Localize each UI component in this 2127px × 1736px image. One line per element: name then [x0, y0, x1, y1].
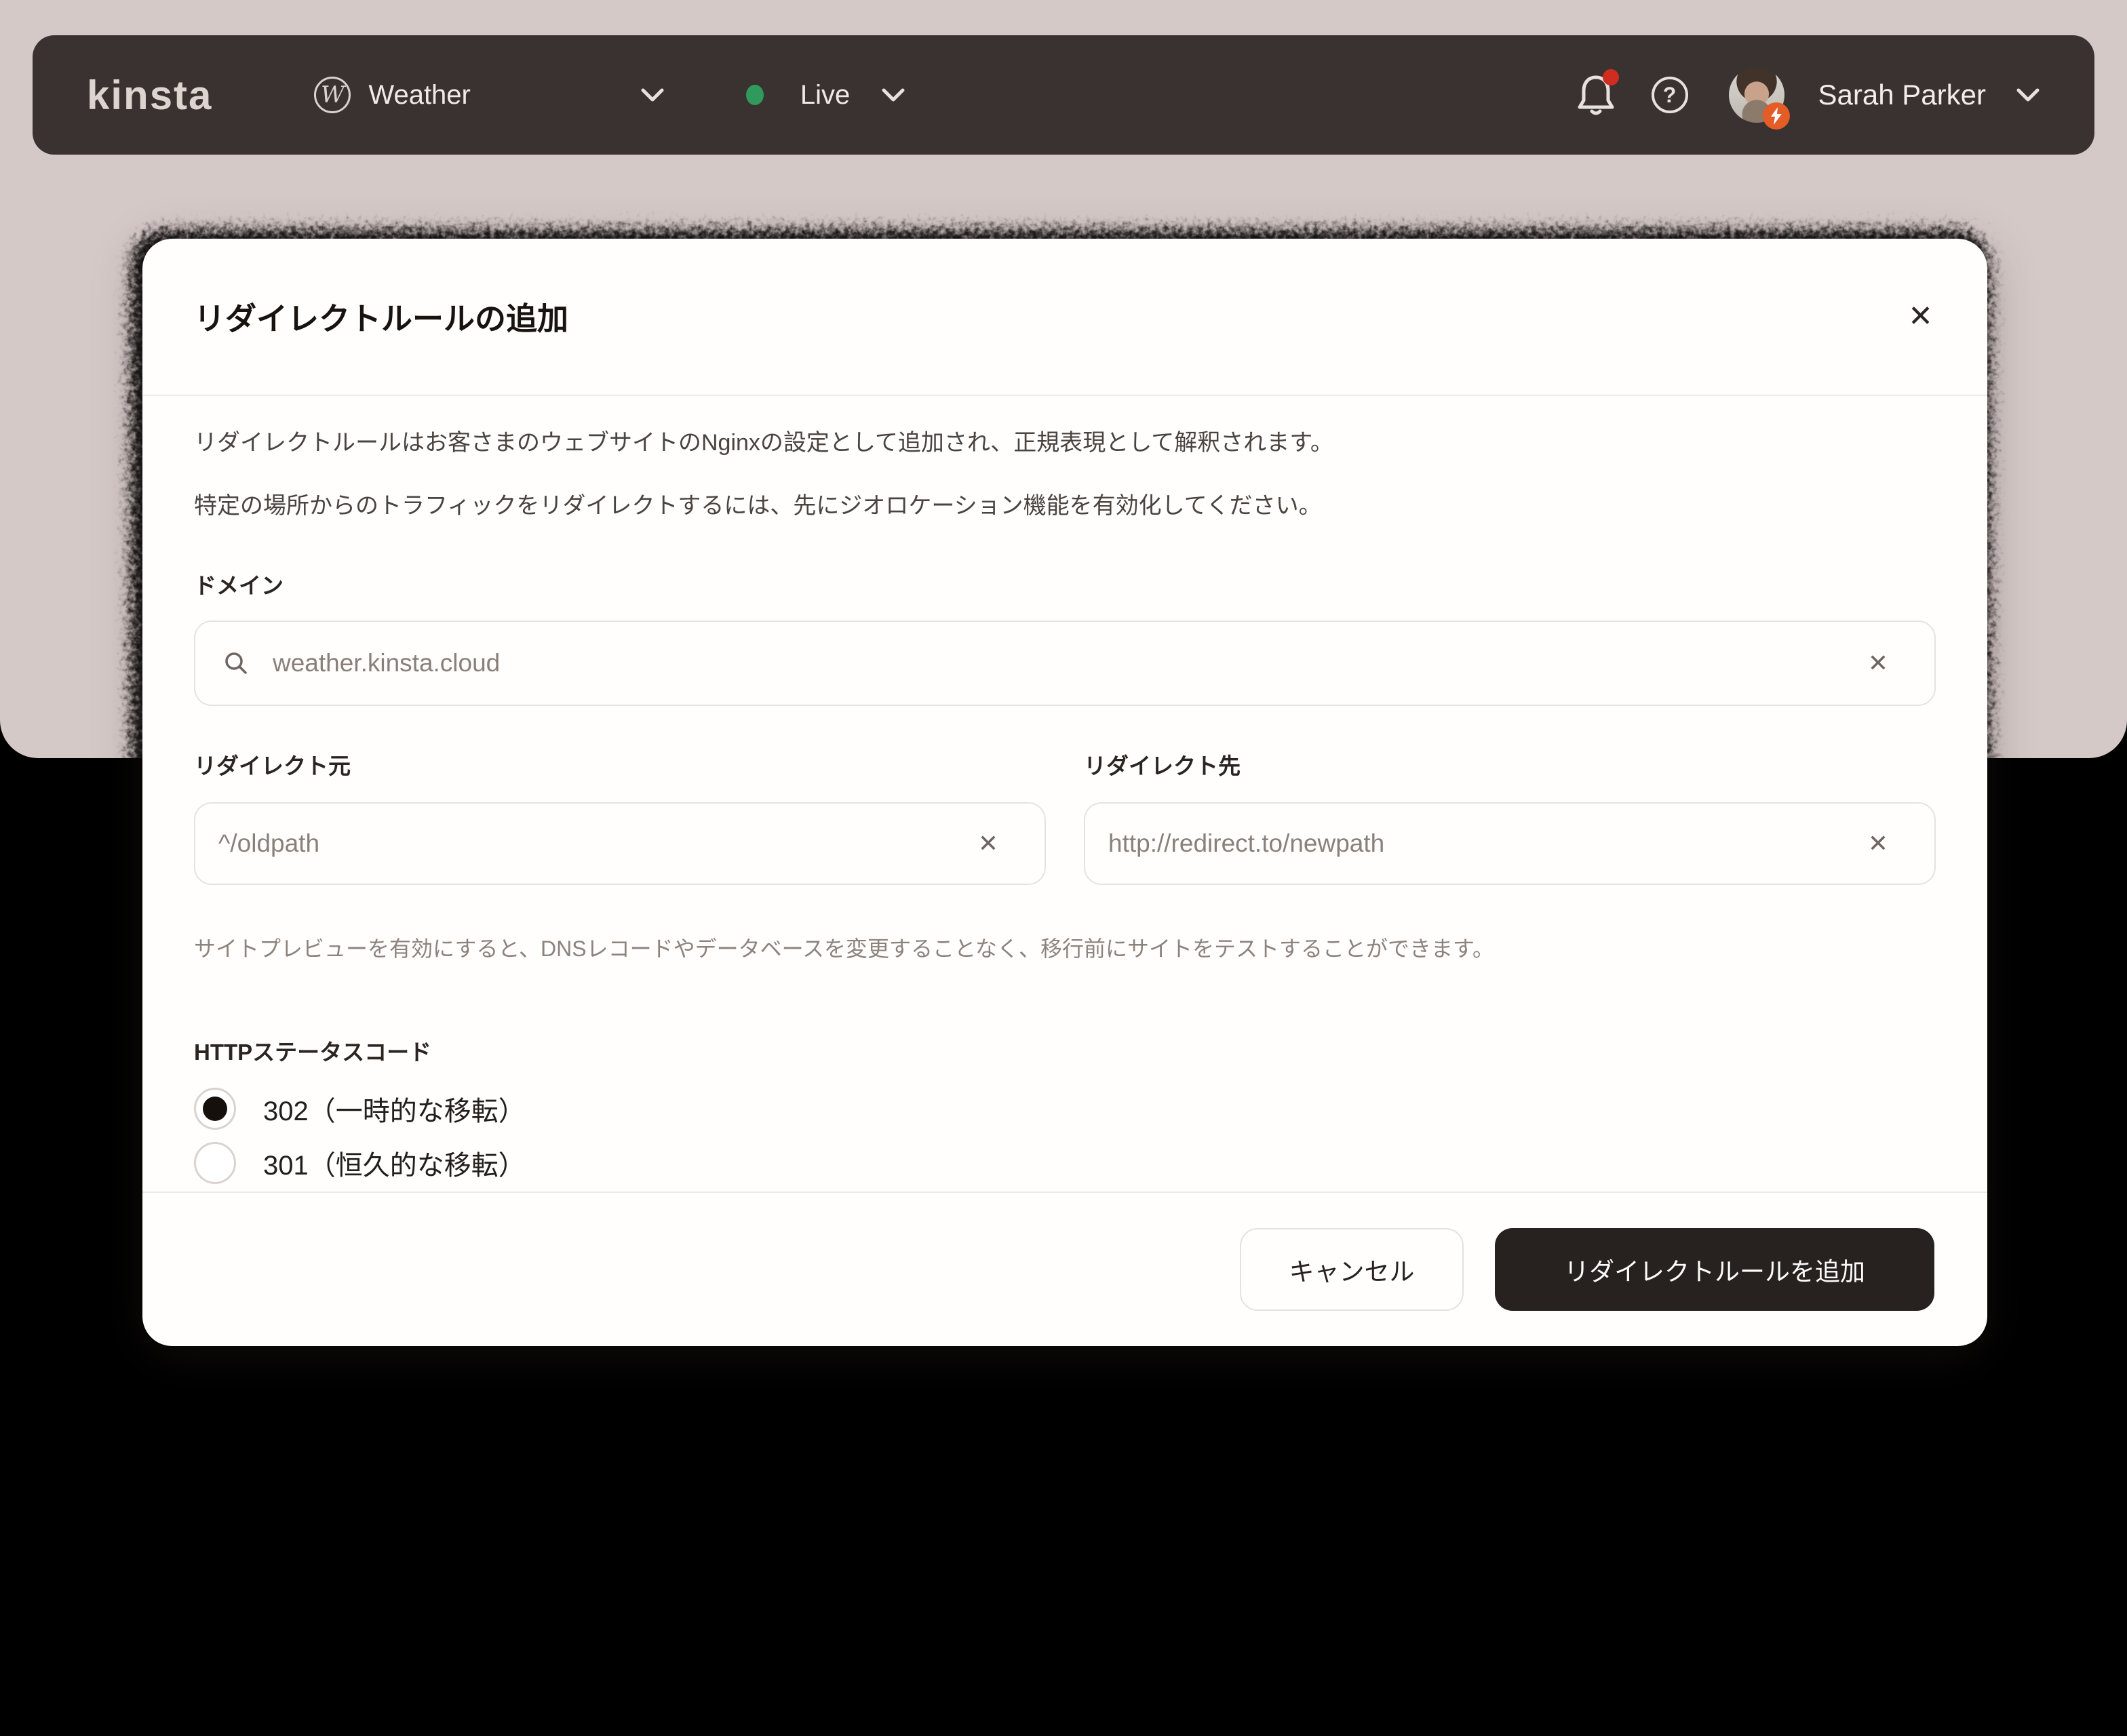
close-icon[interactable]: ✕ [1902, 296, 1938, 337]
lightning-icon [1770, 107, 1783, 125]
dialog-header: リダイレクトルールの追加 ✕ [142, 239, 1987, 396]
chevron-down-icon [640, 87, 665, 102]
top-navbar: kinsta W Weather Live ? [33, 35, 2094, 155]
radio-button[interactable] [194, 1088, 236, 1130]
redirect-from-input[interactable]: ^/oldpath ✕ [194, 802, 1046, 885]
redirect-from-label: リダイレクト元 [194, 748, 1046, 781]
add-redirect-rule-dialog: リダイレクトルールの追加 ✕ リダイレクトルールはお客さまのウェブサイトのNgi… [142, 239, 1987, 1346]
domain-input-value: weather.kinsta.cloud [273, 649, 500, 677]
add-redirect-rule-button[interactable]: リダイレクトルールを追加 [1495, 1228, 1934, 1311]
dialog-title: リダイレクトルールの追加 [194, 294, 1902, 339]
radio-option-302[interactable]: 302（一時的な移転） [194, 1083, 1936, 1135]
environment-label: Live [800, 80, 850, 111]
kinsta-logo: kinsta [87, 72, 212, 119]
cancel-button[interactable]: キャンセル [1240, 1228, 1464, 1311]
domain-field-label: ドメイン [194, 568, 1936, 600]
clear-redirect-from-icon[interactable]: ✕ [959, 825, 1017, 862]
radio-option-301[interactable]: 301（恒久的な移転） [194, 1137, 1936, 1189]
redirect-to-input[interactable]: http://redirect.to/newpath ✕ [1084, 802, 1936, 885]
wordpress-icon: W [314, 77, 351, 113]
radio-option-301-label: 301（恒久的な移転） [263, 1143, 526, 1183]
site-selector-label: Weather [368, 80, 470, 111]
domain-search-input[interactable]: weather.kinsta.cloud ✕ [194, 620, 1936, 706]
intro-paragraph: リダイレクトルールはお客さまのウェブサイトのNginxの設定として追加され、正規… [194, 429, 1936, 458]
environment-selector[interactable]: Live [746, 80, 905, 111]
site-selector[interactable]: W Weather [314, 77, 664, 113]
navbar-right-cluster: ? Sarah Parker [1576, 67, 2040, 123]
radio-selected-dot [203, 1097, 227, 1121]
live-status-dot [746, 85, 764, 105]
radio-button[interactable] [194, 1142, 236, 1184]
help-label: ? [1663, 83, 1677, 108]
dialog-footer: キャンセル リダイレクトルールを追加 [142, 1191, 1987, 1346]
redirect-from-value: ^/oldpath [218, 829, 319, 858]
user-avatar[interactable] [1729, 67, 1784, 123]
http-status-code-label: HTTPステータスコード [194, 1034, 1936, 1067]
notifications-button[interactable] [1576, 73, 1616, 117]
dialog-body: リダイレクトルールはお客さまのウェブサイトのNginxの設定として追加され、正規… [142, 396, 1987, 1191]
clear-redirect-to-icon[interactable]: ✕ [1849, 825, 1907, 862]
intro-paragraph: 特定の場所からのトラフィックをリダイレクトするには、先にジオロケーション機能を有… [194, 492, 1936, 521]
clear-domain-icon[interactable]: ✕ [1849, 645, 1907, 682]
avatar-lightning-badge [1763, 102, 1790, 130]
chevron-down-icon [881, 87, 905, 102]
redirect-fields-row: リダイレクト元 ^/oldpath ✕ リダイレクト先 http://redir… [194, 748, 1936, 885]
notification-badge [1603, 69, 1619, 85]
radio-option-302-label: 302（一時的な移転） [263, 1089, 526, 1128]
site-preview-helper-text: サイトプレビューを有効にすると、DNSレコードやデータベースを変更することなく、… [194, 935, 1936, 964]
redirect-from-field: リダイレクト元 ^/oldpath ✕ [194, 748, 1046, 885]
help-button[interactable]: ? [1652, 77, 1688, 113]
redirect-to-label: リダイレクト先 [1084, 748, 1936, 781]
redirect-to-field: リダイレクト先 http://redirect.to/newpath ✕ [1084, 748, 1936, 885]
search-icon [222, 650, 250, 677]
redirect-to-value: http://redirect.to/newpath [1108, 829, 1384, 858]
chevron-down-icon [2016, 87, 2040, 102]
user-name: Sarah Parker [1818, 79, 1986, 111]
